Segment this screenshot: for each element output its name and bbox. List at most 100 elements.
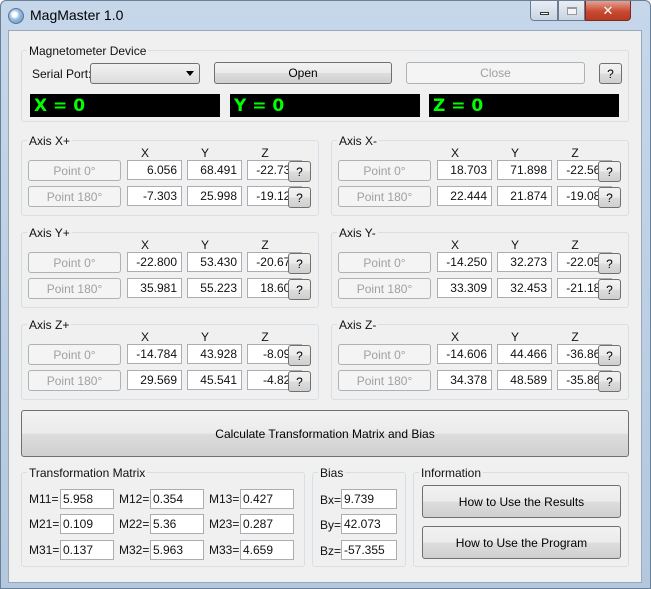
close-icon: ✕: [602, 2, 614, 18]
how-to-use-program-button[interactable]: How to Use the Program: [422, 526, 621, 559]
axis-xm-header-y: Y: [510, 146, 519, 160]
axis-xm-p0-value-y: 71.898: [497, 160, 552, 180]
axis-xp-p180-value-x: -7.303: [127, 186, 182, 206]
axis-zm-p0-button[interactable]: Point 0°: [338, 344, 431, 365]
matrix-label-m13: M13=: [209, 492, 240, 506]
axis-zm-p0-value-x: -14.606: [437, 344, 492, 364]
axis-yp-title: Axis Y+: [27, 226, 72, 240]
y-value-display: Y = 0: [230, 94, 420, 117]
axis-xp-p0-button[interactable]: Point 0°: [28, 160, 121, 181]
axis-zm-p180-button[interactable]: Point 180°: [338, 370, 431, 391]
axis-xm-p180-button[interactable]: Point 180°: [338, 186, 431, 207]
axis-xp-p180-button[interactable]: Point 180°: [28, 186, 121, 207]
axis-ym-header-y: Y: [510, 238, 519, 252]
axis-xp-p0-value-x: 6.056: [127, 160, 182, 180]
axis-zm-header-y: Y: [510, 330, 519, 344]
axis-zm-p180-help-button[interactable]: ?: [598, 371, 621, 392]
matrix-label-m33: M33=: [209, 543, 240, 557]
serial-port-select[interactable]: [90, 63, 200, 84]
axis-zp-p180-button[interactable]: Point 180°: [28, 370, 121, 391]
axis-xm-header-z: Z: [571, 146, 579, 160]
axis-xm-p180-value-y: 21.874: [497, 186, 552, 206]
axis-yp-p0-value-x: -22.800: [127, 252, 182, 272]
matrix-label-m31: M31=: [29, 543, 60, 557]
axis-ym-p0-value-x: -14.250: [437, 252, 492, 272]
axis-zp-p0-help-button[interactable]: ?: [288, 345, 311, 366]
axis-ym-p0-button[interactable]: Point 0°: [338, 252, 431, 273]
title-bar[interactable]: MagMaster 1.0 ✕: [1, 1, 650, 31]
axis-yp-header-z: Z: [261, 238, 269, 252]
axis-zp-p0-button[interactable]: Point 0°: [28, 344, 121, 365]
axis-zm-title: Axis Z-: [337, 318, 379, 332]
axis-zp-title: Axis Z+: [27, 318, 72, 332]
axis-zp-p0-value-y: 43.928: [187, 344, 242, 364]
axis-xp-p0-value-y: 68.491: [187, 160, 242, 180]
axis-yp-p0-value-y: 53.430: [187, 252, 242, 272]
axis-xm-p0-value-x: 18.703: [437, 160, 492, 180]
axis-xm-p0-button[interactable]: Point 0°: [338, 160, 431, 181]
calculate-button[interactable]: Calculate Transformation Matrix and Bias: [21, 410, 629, 457]
matrix-value-m13: 0.427: [240, 489, 294, 509]
how-to-use-results-button[interactable]: How to Use the Results: [422, 485, 621, 518]
close-button[interactable]: Close: [406, 62, 585, 84]
serial-port-label: Serial Port:: [32, 67, 92, 81]
axis-ym-title: Axis Y-: [337, 226, 378, 240]
axis-yp-p0-help-button[interactable]: ?: [288, 253, 311, 274]
axis-ym-header-x: X: [450, 238, 459, 252]
axis-zm-header-x: X: [450, 330, 459, 344]
minimize-button[interactable]: [530, 1, 558, 21]
axis-yp-p180-help-button[interactable]: ?: [288, 279, 311, 300]
axis-zm-p0-value-y: 44.466: [497, 344, 552, 364]
axis-ym-p180-help-button[interactable]: ?: [598, 279, 621, 300]
app-icon: [8, 8, 24, 24]
axis-yp-p0-button[interactable]: Point 0°: [28, 252, 121, 273]
axis-zm-p180-value-x: 34.378: [437, 370, 492, 390]
info-group-title: Information: [419, 466, 484, 480]
axis-ym-p180-value-x: 33.309: [437, 278, 492, 298]
device-help-button[interactable]: ?: [599, 63, 622, 84]
axis-ym-p180-value-y: 32.453: [497, 278, 552, 298]
axis-xm-p180-help-button[interactable]: ?: [598, 187, 621, 208]
minimize-icon: [539, 12, 549, 15]
matrix-value-m22: 5.36: [150, 514, 204, 534]
axis-zm-p0-help-button[interactable]: ?: [598, 345, 621, 366]
device-group-title: Magnetometer Device: [27, 44, 149, 58]
axis-xp-p180-value-y: 25.998: [187, 186, 242, 206]
axis-zp-header-x: X: [140, 330, 149, 344]
axis-zp-p180-help-button[interactable]: ?: [288, 371, 311, 392]
axis-zm-p180-value-y: 48.589: [497, 370, 552, 390]
axis-yp-header-x: X: [140, 238, 149, 252]
axis-xp-p0-help-button[interactable]: ?: [288, 161, 311, 182]
matrix-value-m12: 0.354: [150, 489, 204, 509]
matrix-value-m21: 0.109: [60, 514, 114, 534]
matrix-group-title: Transformation Matrix: [27, 466, 148, 480]
bias-value-by: 42.073: [341, 514, 397, 534]
axis-xp-p180-help-button[interactable]: ?: [288, 187, 311, 208]
axis-ym-p0-help-button[interactable]: ?: [598, 253, 621, 274]
open-button[interactable]: Open: [214, 62, 392, 84]
z-value-display: Z = 0: [429, 94, 619, 117]
axis-ym-p180-button[interactable]: Point 180°: [338, 278, 431, 299]
close-window-button[interactable]: ✕: [585, 1, 631, 21]
window-title: MagMaster 1.0: [30, 7, 124, 23]
maximize-button[interactable]: [558, 1, 585, 21]
matrix-value-m23: 0.287: [240, 514, 294, 534]
axis-xm-p0-help-button[interactable]: ?: [598, 161, 621, 182]
matrix-value-m31: 0.137: [60, 540, 114, 560]
matrix-value-m11: 5.958: [60, 489, 114, 509]
axis-xp-header-y: Y: [200, 146, 209, 160]
matrix-label-m22: M22=: [119, 517, 150, 531]
axis-yp-p180-value-y: 55.223: [187, 278, 242, 298]
axis-zp-p0-value-x: -14.784: [127, 344, 182, 364]
bias-label-bz: Bz=: [320, 544, 342, 558]
axis-xm-header-x: X: [450, 146, 459, 160]
axis-ym-header-z: Z: [571, 238, 579, 252]
axis-yp-p180-value-x: 35.981: [127, 278, 182, 298]
bias-value-bx: 9.739: [341, 489, 397, 509]
matrix-label-m32: M32=: [119, 543, 150, 557]
bias-label-by: By=: [320, 518, 342, 532]
matrix-label-m21: M21=: [29, 517, 60, 531]
axis-yp-p180-button[interactable]: Point 180°: [28, 278, 121, 299]
bias-value-bz: -57.355: [341, 540, 397, 560]
x-value-display: X = 0: [30, 94, 220, 117]
